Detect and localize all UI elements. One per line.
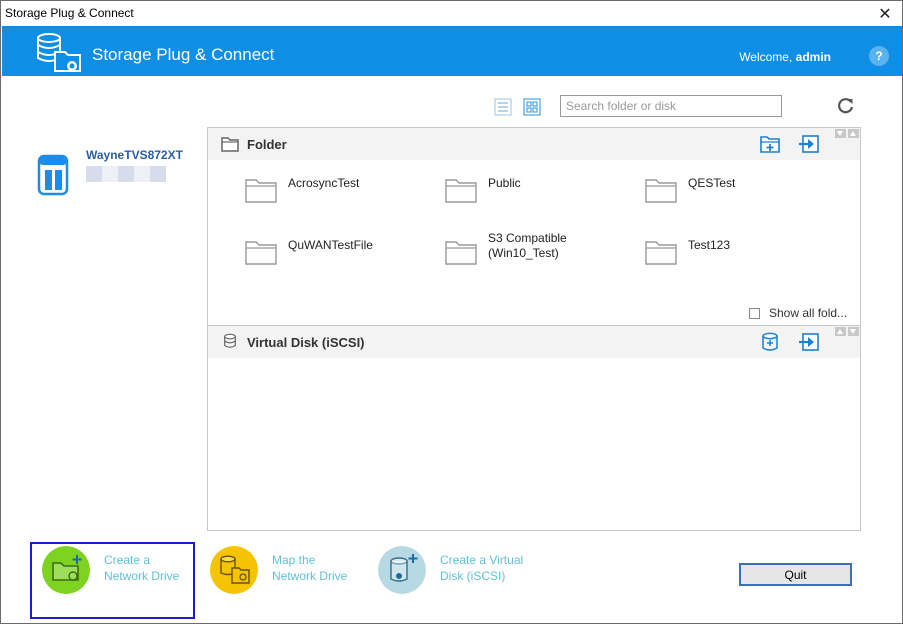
folder-icon (221, 137, 239, 152)
folder-name: S3 Compatible (Win10_Test) (488, 231, 567, 260)
folder-panel-title: Folder (247, 137, 287, 152)
nas-icon[interactable] (37, 153, 69, 197)
collapse-down-button[interactable] (835, 129, 846, 138)
folder-item[interactable]: Public (445, 176, 635, 216)
folder-name: Public (488, 176, 521, 190)
map-network-drive-button[interactable]: Map the Network Drive (210, 546, 360, 616)
folder-icon (445, 241, 477, 265)
username: admin (795, 50, 831, 64)
collapse-up-button[interactable] (848, 129, 859, 138)
folder-name: Test123 (688, 238, 731, 252)
show-all-folders-checkbox[interactable]: Show all fold... (749, 306, 847, 320)
folder-item[interactable]: AcrosyncTest (245, 176, 435, 216)
app-header: Storage Plug & Connect Welcome, admin ? (2, 26, 902, 76)
collapse-up-button[interactable] (835, 327, 846, 336)
grid-view-icon[interactable] (523, 98, 541, 116)
create-network-drive-button[interactable]: Create a Network Drive (42, 546, 192, 616)
connect-folder-icon[interactable] (798, 134, 820, 154)
device-name[interactable]: WayneTVS872XT (86, 148, 183, 162)
folder-name: QESTest (688, 176, 736, 190)
close-button[interactable]: ✕ (868, 1, 902, 26)
folder-name: QuWANTestFile (288, 238, 373, 252)
virtual-disk-panel: Virtual Disk (iSCSI) (207, 325, 861, 531)
create-virtual-disk-button[interactable]: Create a Virtual Disk (iSCSI) (378, 546, 548, 616)
folder-item[interactable]: QuWANTestFile (245, 238, 435, 278)
create-network-drive-label: Create a Network Drive (104, 553, 180, 583)
folder-item[interactable]: Test123 (645, 238, 835, 278)
list-view-icon[interactable] (494, 98, 512, 116)
checkbox-box[interactable] (749, 307, 760, 319)
folder-icon (645, 241, 677, 265)
device-address-redacted (86, 166, 166, 182)
folder-icon (245, 179, 277, 203)
show-all-label: Show all fold... (769, 306, 848, 320)
folder-name: AcrosyncTest (288, 176, 360, 190)
virtual-disk-panel-title: Virtual Disk (iSCSI) (247, 335, 365, 350)
title-bar: Storage Plug & Connect ✕ (1, 1, 902, 26)
refresh-icon[interactable] (837, 97, 855, 115)
create-virtual-disk-label: Create a Virtual Disk (iSCSI) (440, 553, 524, 583)
storage-logo-icon (37, 33, 81, 72)
disk-icon (224, 333, 236, 348)
folder-panel: Folder AcrosyncTest Public QESTest QuWAN… (207, 127, 861, 326)
welcome-text: Welcome, admin (739, 50, 831, 64)
create-virtual-disk-icon (378, 546, 426, 594)
create-network-drive-icon (42, 546, 90, 594)
welcome-prefix: Welcome, (739, 50, 796, 64)
new-virtual-disk-icon[interactable] (759, 332, 781, 352)
map-network-drive-icon (210, 546, 258, 594)
map-network-drive-label: Map the Network Drive (272, 553, 348, 583)
folder-item[interactable]: QESTest (645, 176, 835, 216)
search-input[interactable] (560, 95, 782, 117)
new-folder-icon[interactable] (759, 134, 781, 154)
window-title: Storage Plug & Connect (5, 6, 134, 20)
folder-icon (445, 179, 477, 203)
app-window: Storage Plug & Connect ✕ Storage Plug & … (0, 0, 903, 624)
folder-panel-header: Folder (208, 128, 860, 160)
help-button[interactable]: ? (869, 46, 889, 66)
quit-button[interactable]: Quit (739, 563, 852, 586)
virtual-disk-panel-header: Virtual Disk (iSCSI) (208, 326, 860, 358)
connect-virtual-disk-icon[interactable] (798, 332, 820, 352)
folder-item[interactable]: S3 Compatible (Win10_Test) (445, 231, 635, 271)
folder-icon (245, 241, 277, 265)
folder-icon (645, 179, 677, 203)
collapse-down-button[interactable] (848, 327, 859, 336)
app-name: Storage Plug & Connect (92, 45, 275, 64)
